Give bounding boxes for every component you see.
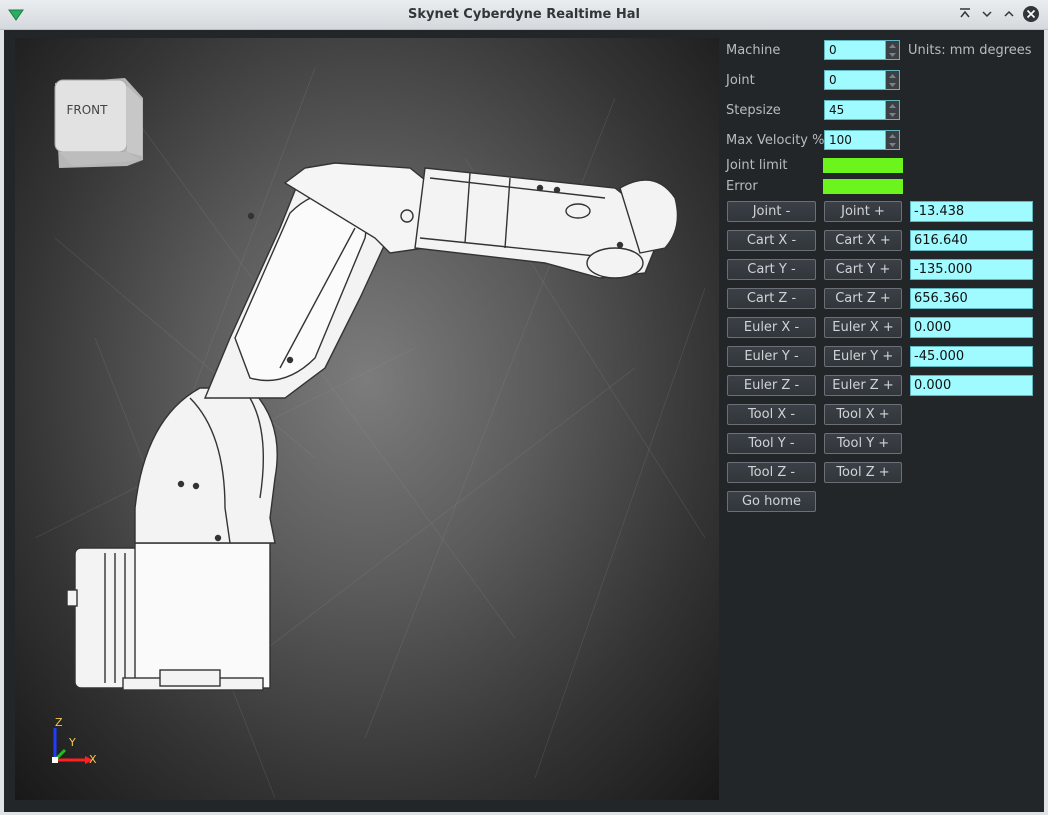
tool-z-plus-button[interactable]: Tool Z + — [824, 462, 902, 483]
stepsize-spinbox[interactable]: 45 — [824, 100, 900, 120]
maximize-icon[interactable] — [1000, 5, 1018, 23]
joint-spinbox[interactable]: 0 — [824, 70, 900, 90]
go-home-button[interactable]: Go home — [727, 491, 816, 512]
keep-above-icon[interactable] — [956, 5, 974, 23]
stepsize-value: 45 — [829, 103, 845, 117]
error-label: Error — [726, 179, 758, 194]
euler-y-plus-button[interactable]: Euler Y + — [824, 346, 902, 367]
axis-x-label: X — [89, 753, 97, 766]
spin-down-icon[interactable] — [886, 50, 899, 59]
viewport-scene: FRONT Z Y X — [34, 67, 706, 799]
view-cube-icon[interactable] — [54, 78, 143, 168]
minimize-icon[interactable] — [978, 5, 996, 23]
cart-z-readout[interactable]: 656.360 — [910, 288, 1033, 309]
max-velocity-label: Max Velocity % — [726, 133, 825, 148]
joint-value: 0 — [829, 73, 837, 87]
spin-up-icon[interactable] — [886, 41, 899, 50]
axis-y-label: Y — [68, 736, 76, 749]
error-indicator — [823, 179, 903, 194]
spin-down-icon[interactable] — [886, 110, 899, 119]
title-bar[interactable]: Skynet Cyberdyne Realtime Hal — [0, 0, 1048, 30]
cart-z-plus-button[interactable]: Cart Z + — [824, 288, 902, 309]
euler-x-minus-button[interactable]: Euler X - — [727, 317, 816, 338]
joint-limit-label: Joint limit — [726, 158, 788, 173]
machine-label: Machine — [726, 43, 781, 58]
euler-z-minus-button[interactable]: Euler Z - — [727, 375, 816, 396]
tool-y-plus-button[interactable]: Tool Y + — [824, 433, 902, 454]
joint-plus-button[interactable]: Joint + — [824, 201, 902, 222]
close-icon[interactable] — [1022, 5, 1040, 23]
euler-z-plus-button[interactable]: Euler Z + — [824, 375, 902, 396]
view-cube-label: FRONT — [67, 103, 109, 117]
joint-label: Joint — [726, 73, 755, 88]
cart-y-plus-button[interactable]: Cart Y + — [824, 259, 902, 280]
cart-x-plus-button[interactable]: Cart X + — [824, 230, 902, 251]
cart-z-minus-button[interactable]: Cart Z - — [727, 288, 816, 309]
spin-up-icon[interactable] — [886, 71, 899, 80]
joint-limit-indicator — [823, 158, 903, 173]
machine-value: 0 — [829, 43, 837, 57]
spin-up-icon[interactable] — [886, 131, 899, 140]
axis-z-label: Z — [55, 716, 63, 729]
spin-down-icon[interactable] — [886, 140, 899, 149]
joint-minus-button[interactable]: Joint - — [727, 201, 816, 222]
stepsize-label: Stepsize — [726, 103, 781, 118]
tool-y-minus-button[interactable]: Tool Y - — [727, 433, 816, 454]
cart-x-readout[interactable]: 616.640 — [910, 230, 1033, 251]
tool-x-plus-button[interactable]: Tool X + — [824, 404, 902, 425]
joint-readout[interactable]: -13.438 — [910, 201, 1033, 222]
max-velocity-value: 100 — [829, 133, 852, 147]
robot-3d-viewport[interactable]: FRONT Z Y X — [15, 38, 719, 800]
tool-z-minus-button[interactable]: Tool Z - — [727, 462, 816, 483]
machine-spinbox[interactable]: 0 — [824, 40, 900, 60]
euler-x-plus-button[interactable]: Euler X + — [824, 317, 902, 338]
max-velocity-spinbox[interactable]: 100 — [824, 130, 900, 150]
cart-y-readout[interactable]: -135.000 — [910, 259, 1033, 280]
cart-x-minus-button[interactable]: Cart X - — [727, 230, 816, 251]
window-title: Skynet Cyberdyne Realtime Hal — [408, 7, 640, 22]
euler-x-readout[interactable]: 0.000 — [910, 317, 1033, 338]
cart-y-minus-button[interactable]: Cart Y - — [727, 259, 816, 280]
euler-z-readout[interactable]: 0.000 — [910, 375, 1033, 396]
spin-down-icon[interactable] — [886, 80, 899, 89]
euler-y-minus-button[interactable]: Euler Y - — [727, 346, 816, 367]
euler-y-readout[interactable]: -45.000 — [910, 346, 1033, 367]
robot-arm-model — [66, 162, 679, 691]
units-label: Units: mm degrees — [908, 43, 1032, 58]
spin-up-icon[interactable] — [886, 101, 899, 110]
tool-x-minus-button[interactable]: Tool X - — [727, 404, 816, 425]
